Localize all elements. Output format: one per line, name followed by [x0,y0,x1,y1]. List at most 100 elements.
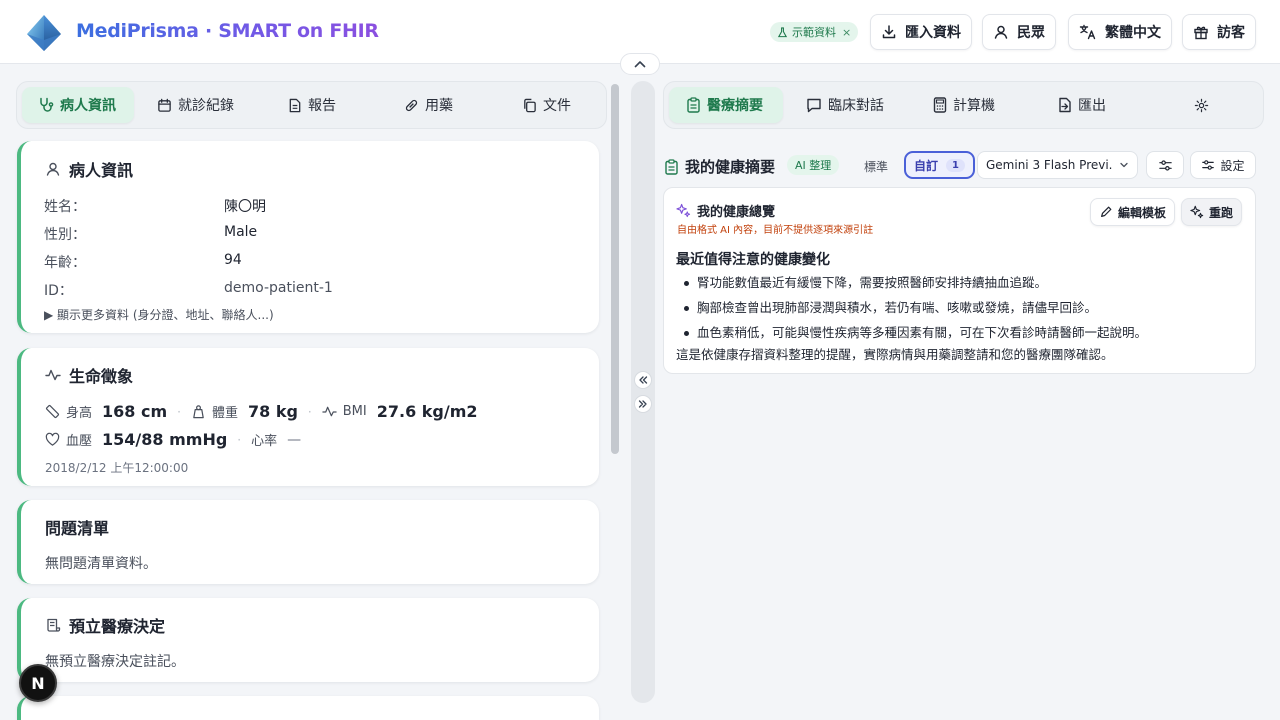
tab-export[interactable]: 匯出 [1050,87,1114,123]
chevron-down-icon [1120,162,1128,168]
advance-directive-card: 預立醫療決定 無預立醫療決定註記。 [17,598,599,682]
clipboard-icon [687,97,700,113]
activity-icon [322,406,337,417]
user-icon [994,25,1008,39]
flask-icon [777,26,788,37]
ai-disclaimer: 自由格式 AI 內容，目前不提供逐項來源引註 [677,225,874,236]
chevrons-left-icon [639,376,648,384]
field-label-name: 姓名： [44,199,86,215]
vitals-row-body: 身高 168 cm · 體重 78 kg · BMI 27.6 kg/m2 [45,402,478,421]
summary-settings-button[interactable]: 設定 [1190,151,1256,179]
tab-patient-info-label: 病人資訊 [60,98,116,114]
file-text-icon [289,98,301,112]
model-select-value: Gemini 3 Flash Previ... [986,158,1113,172]
field-value-name: 陳〇明 [224,199,266,215]
vitals-timestamp: 2018/2/12 上午12:00:00 [45,461,189,475]
bp-label: 血壓 [66,434,93,449]
summary-footer-note: 這是依健康存摺資料整理的提醒，實際病情與用藥調整請和您的醫療團隊確認。 [676,347,1114,362]
separator: · [307,404,312,419]
field-value-id: demo-patient-1 [224,280,333,296]
summary-title: 我的健康摘要 [664,156,775,177]
summary-toolbar: 我的健康摘要 AI 整理 標準 自訂 1 Gemini 3 Flash Prev… [664,151,1264,181]
dev-tools-badge[interactable]: N [19,664,57,702]
advance-directive-empty: 無預立醫療決定註記。 [45,654,185,670]
calendar-icon [158,98,171,112]
clipboard-icon [665,158,678,175]
heart-icon [45,432,60,446]
pill-icon [405,99,418,111]
problem-list-empty: 無問題清單資料。 [45,556,157,572]
summary-bullets: 腎功能數值最近有緩慢下降，需要按照醫師安排持續抽血追蹤。 胸部檢查曾出現肺部浸潤… [682,273,1147,348]
health-overview-title-text: 我的健康總覽 [697,205,776,220]
weight-label: 體重 [211,406,238,421]
adjust-button[interactable] [1146,151,1184,179]
weight-icon [193,405,204,419]
tab-clinical-chat[interactable]: 臨床對話 [798,87,892,123]
tab-encounters-label: 就診紀錄 [178,98,234,114]
tab-patient-info[interactable]: 病人資訊 [22,87,134,123]
tab-medical-summary[interactable]: 醫療摘要 [669,87,783,123]
scrollbar-thumb[interactable] [611,84,619,454]
left-pane-scrollbar[interactable] [608,81,622,706]
custom-mode-button[interactable]: 自訂 1 [904,151,975,179]
patient-info-title: 病人資訊 [45,157,133,181]
demo-badge-close-icon[interactable]: × [842,26,851,39]
expand-left-button[interactable] [634,371,652,389]
patient-info-title-text: 病人資訊 [69,161,134,180]
tab-medications-label: 用藥 [425,98,453,114]
problem-list-title: 問題清單 [45,519,110,538]
ruler-icon [45,404,60,419]
import-data-button[interactable]: 匯入資料 [870,14,972,50]
standard-mode-option[interactable]: 標準 [864,158,888,175]
field-value-age: 94 [224,252,242,268]
tab-encounters[interactable]: 就診紀錄 [151,87,240,123]
tab-calculator-label: 計算機 [953,98,995,114]
separator: · [177,404,181,419]
copy-icon [524,98,536,112]
vitals-card: 生命徵象 身高 168 cm · 體重 78 kg · BMI 27.6 kg/… [17,348,599,486]
expand-right-button[interactable] [634,395,652,413]
tab-calculator[interactable]: 計算機 [925,87,1003,123]
chevrons-right-icon [638,400,647,408]
tab-settings[interactable] [1186,87,1217,123]
summary-settings-label: 設定 [1220,158,1245,173]
tab-documents[interactable]: 文件 [516,87,577,123]
custom-count-badge: 1 [946,158,965,172]
guest-label: 訪客 [1217,25,1245,41]
import-data-label: 匯入資料 [905,25,961,41]
edit-template-label: 編輯模板 [1118,205,1167,220]
field-label-age: 年齡： [44,255,86,271]
activity-icon [45,369,61,381]
language-button[interactable]: 繁體中文 [1068,14,1172,50]
sliders-icon [1158,159,1172,171]
advance-directive-title-text: 預立醫療決定 [69,617,166,636]
separator: · [237,432,242,447]
persona-button[interactable]: 民眾 [982,14,1056,50]
guest-button[interactable]: 訪客 [1182,14,1256,50]
bp-value: 154/88 mmHg [102,430,228,449]
stethoscope-icon [40,97,54,112]
tab-medications[interactable]: 用藥 [398,87,459,123]
field-value-gender: Male [224,224,258,240]
rerun-label: 重跑 [1209,205,1234,220]
ai-badge: AI 整理 [787,155,840,175]
persona-label: 民眾 [1017,25,1045,41]
pane-splitter[interactable] [631,81,655,703]
tab-medical-summary-label: 醫療摘要 [707,98,763,114]
edit-template-button[interactable]: 編輯模板 [1090,198,1176,226]
language-label: 繁體中文 [1105,25,1161,41]
summary-heading: 最近值得注意的健康變化 [676,252,830,268]
tab-reports[interactable]: 報告 [282,87,342,123]
model-select[interactable]: Gemini 3 Flash Previ... [977,151,1138,179]
rerun-button[interactable]: 重跑 [1181,198,1243,226]
demo-data-badge[interactable]: 示範資料 × [770,22,859,42]
health-overview-title: 我的健康總覽 [676,201,775,220]
field-label-gender: 性別： [44,227,86,243]
summary-title-text: 我的健康摘要 [685,158,776,176]
gear-icon [1194,98,1209,112]
field-label-id: ID： [44,283,73,299]
collapse-header-button[interactable] [620,53,660,75]
show-more-toggle[interactable]: ▶ 顯示更多資料 (身分證、地址、聯絡人...) [44,306,274,323]
scroll-icon [47,618,61,632]
chevron-up-icon [634,61,646,68]
